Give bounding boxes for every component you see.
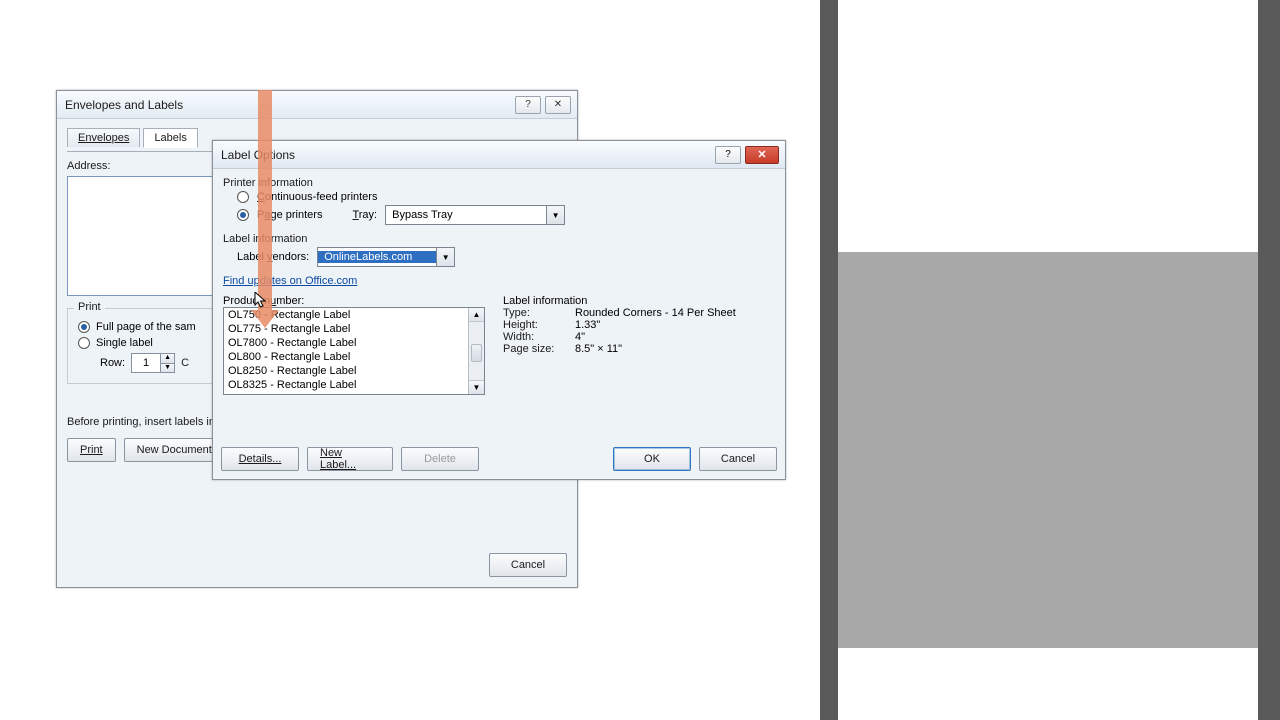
scrollbar[interactable]: ▲ ▼ bbox=[468, 308, 484, 394]
tab-labels[interactable]: Labels bbox=[143, 128, 197, 148]
dialog-titlebar[interactable]: Envelopes and Labels ? ✕ bbox=[57, 91, 577, 119]
radio-single-label-text: Single label bbox=[96, 337, 153, 349]
ok-button[interactable]: OK bbox=[613, 447, 691, 471]
help-button[interactable]: ? bbox=[515, 96, 541, 114]
details-button[interactable]: Details... bbox=[221, 447, 299, 471]
help-button[interactable]: ? bbox=[715, 146, 741, 164]
dialog-titlebar[interactable]: Label Options ? ✕ bbox=[213, 141, 785, 169]
label-information-heading: Label information bbox=[503, 295, 736, 307]
list-item[interactable]: OL8250 - Rectangle Label bbox=[224, 364, 468, 378]
label-info-table: Type:Rounded Corners - 14 Per Sheet Heig… bbox=[503, 307, 736, 355]
radio-single-label[interactable] bbox=[78, 337, 90, 349]
row-input[interactable] bbox=[132, 357, 160, 369]
list-item[interactable]: OL7800 - Rectangle Label bbox=[224, 336, 468, 350]
dialog-title: Envelopes and Labels bbox=[65, 98, 183, 112]
new-document-button[interactable]: New Document bbox=[124, 438, 225, 462]
list-item[interactable]: OL800 - Rectangle Label bbox=[224, 350, 468, 364]
vendors-label: Label vendors: bbox=[237, 251, 309, 263]
cursor-icon bbox=[254, 292, 268, 313]
scroll-track[interactable] bbox=[469, 322, 484, 380]
dialog2-button-row: Details... New Label... Delete OK Cancel bbox=[221, 447, 777, 471]
tray-value: Bypass Tray bbox=[386, 209, 546, 221]
printer-info-label: Printer information bbox=[223, 177, 775, 189]
radio-page-printers[interactable] bbox=[237, 209, 249, 221]
dropdown-arrow-icon[interactable]: ▼ bbox=[546, 206, 564, 224]
close-button[interactable]: ✕ bbox=[745, 146, 779, 164]
tray-combo[interactable]: Bypass Tray ▼ bbox=[385, 205, 565, 225]
delete-button: Delete bbox=[401, 447, 479, 471]
vendors-combo[interactable]: OnlineLabels.com ▼ bbox=[317, 247, 455, 267]
preview-page bbox=[838, 0, 1258, 720]
radio-continuous-label: Continuous-feed printers bbox=[257, 191, 377, 203]
preview-backdrop bbox=[820, 0, 1280, 720]
row-spinner[interactable]: ▲ ▼ bbox=[131, 353, 175, 373]
tab-envelopes[interactable]: Envelopes bbox=[67, 128, 140, 147]
close-button[interactable]: ✕ bbox=[545, 96, 571, 114]
row-spin-up[interactable]: ▲ bbox=[160, 354, 174, 363]
cancel-button[interactable]: Cancel bbox=[489, 553, 567, 577]
list-item[interactable]: OL8325 - Rectangle Label bbox=[224, 378, 468, 392]
label-options-dialog: Label Options ? ✕ Printer information Co… bbox=[212, 140, 786, 480]
scroll-down-button[interactable]: ▼ bbox=[469, 380, 484, 394]
tray-label: Tray: bbox=[352, 209, 377, 221]
new-label-button[interactable]: New Label... bbox=[307, 447, 393, 471]
scroll-thumb[interactable] bbox=[471, 344, 482, 362]
annotation-arrow bbox=[258, 90, 272, 314]
scroll-up-button[interactable]: ▲ bbox=[469, 308, 484, 322]
row-label: Row: bbox=[100, 357, 125, 369]
print-group-title: Print bbox=[74, 301, 105, 313]
find-updates-link[interactable]: Find updates on Office.com bbox=[223, 275, 357, 287]
label-info-section: Label information bbox=[223, 233, 775, 245]
radio-continuous-feed[interactable] bbox=[237, 191, 249, 203]
radio-full-page-label: Full page of the sam bbox=[96, 321, 196, 333]
print-button[interactable]: Print bbox=[67, 438, 116, 462]
dropdown-arrow-icon[interactable]: ▼ bbox=[436, 248, 454, 266]
radio-full-page[interactable] bbox=[78, 321, 90, 333]
cancel-button[interactable]: Cancel bbox=[699, 447, 777, 471]
vendors-value: OnlineLabels.com bbox=[318, 251, 436, 263]
row-spin-down[interactable]: ▼ bbox=[160, 363, 174, 372]
